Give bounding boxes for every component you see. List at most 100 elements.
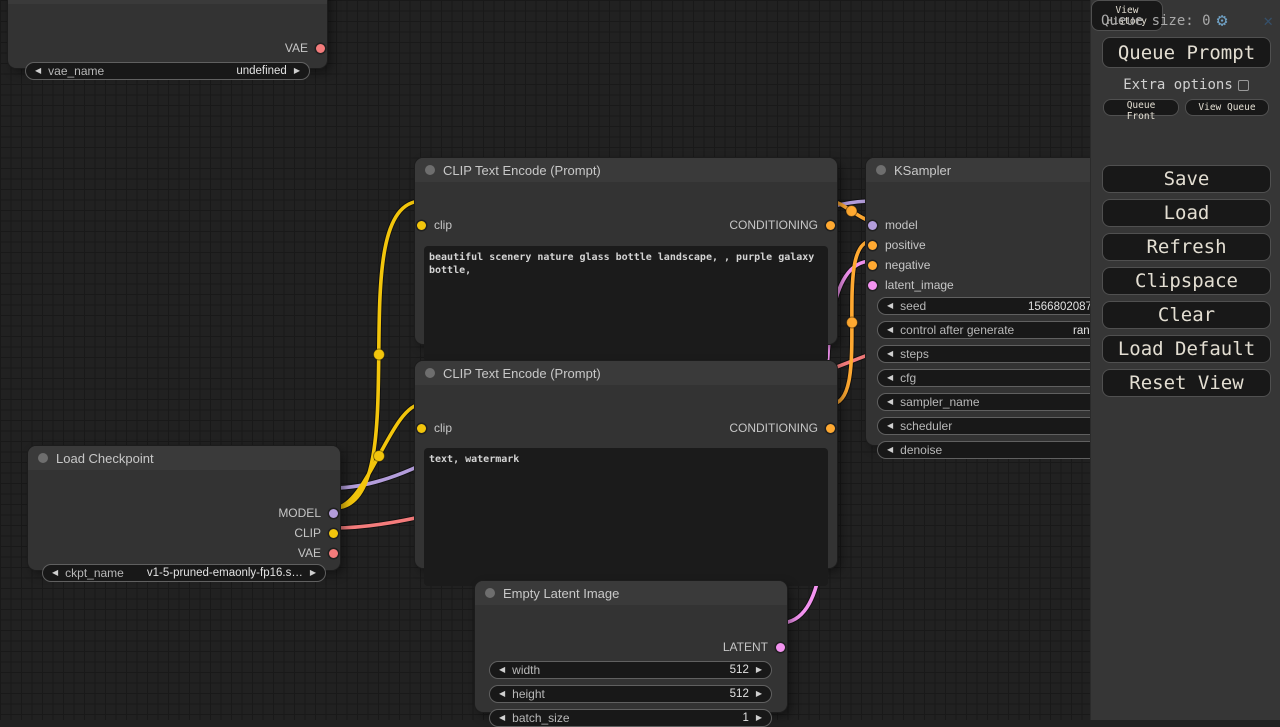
clip-input-label: clip — [434, 421, 452, 435]
decrement-arrow-icon[interactable]: ◀ — [887, 297, 893, 315]
model-input-label: model — [885, 218, 918, 232]
queue-prompt-button[interactable]: Queue Prompt — [1102, 37, 1271, 68]
node-title: Empty Latent Image — [503, 586, 619, 601]
width-widget[interactable]: ◀ width 512 ▶ — [489, 661, 772, 679]
link-midpoint-dot[interactable] — [846, 206, 857, 217]
node-titlebar: CLIP Text Encode (Prompt) — [415, 361, 837, 385]
widget-label: height — [512, 687, 545, 701]
node-clip-text-encode-positive[interactable]: CLIP Text Encode (Prompt) clip CONDITION… — [415, 158, 837, 344]
view-queue-button[interactable]: View Queue — [1185, 99, 1269, 116]
positive-prompt-textarea[interactable]: beautiful scenery nature glass bottle la… — [424, 246, 828, 362]
increment-arrow-icon[interactable]: ▶ — [756, 661, 762, 679]
height-widget[interactable]: ◀ height 512 ▶ — [489, 685, 772, 703]
close-icon[interactable]: ✕ — [1263, 11, 1273, 30]
widget-label: steps — [900, 347, 929, 361]
latent-output-port[interactable] — [776, 643, 785, 652]
extra-options-label: Extra options — [1123, 77, 1233, 93]
collapse-dot-icon[interactable] — [485, 588, 495, 598]
vae-output-port[interactable] — [316, 44, 325, 53]
decrement-arrow-icon[interactable]: ◀ — [35, 62, 41, 80]
extra-options-checkbox[interactable] — [1238, 80, 1249, 91]
refresh-button[interactable]: Refresh — [1102, 233, 1271, 261]
widget-label: vae_name — [48, 64, 104, 78]
conditioning-output-port[interactable] — [826, 221, 835, 230]
positive-input-label: positive — [885, 238, 926, 252]
conditioning-output-port[interactable] — [826, 424, 835, 433]
conditioning-output-label: CONDITIONING — [729, 218, 818, 232]
node-load-vae[interactable]: VAE ◀ vae_name undefined ▶ — [8, 0, 327, 68]
decrement-arrow-icon[interactable]: ◀ — [887, 441, 893, 459]
vae-output-port[interactable] — [329, 549, 338, 558]
vae-output-label: VAE — [285, 41, 308, 55]
widget-value: 1 — [742, 712, 748, 724]
link-midpoint-dot[interactable] — [374, 349, 385, 360]
model-input-port[interactable] — [868, 221, 877, 230]
widget-value: 1566802087 — [1028, 299, 1092, 315]
clipspace-button[interactable]: Clipspace — [1102, 267, 1271, 295]
link-midpoint-dot[interactable] — [374, 451, 385, 462]
link-midpoint-dot[interactable] — [847, 317, 858, 328]
widget-label: batch_size — [512, 711, 569, 725]
increment-arrow-icon[interactable]: ▶ — [756, 709, 762, 727]
clear-button[interactable]: Clear — [1102, 301, 1271, 329]
node-title: Load Checkpoint — [56, 451, 154, 466]
negative-input-port[interactable] — [868, 261, 877, 270]
node-load-checkpoint[interactable]: Load Checkpoint MODEL CLIP VAE ◀ ckpt_na… — [28, 446, 340, 570]
queue-size-label: Queue size: 0 — [1101, 13, 1211, 29]
decrement-arrow-icon[interactable]: ◀ — [52, 564, 58, 582]
decrement-arrow-icon[interactable]: ◀ — [887, 369, 893, 387]
batch-size-widget[interactable]: ◀ batch_size 1 ▶ — [489, 709, 772, 727]
widget-value: 512 — [730, 688, 749, 700]
clip-output-port[interactable] — [329, 529, 338, 538]
decrement-arrow-icon[interactable]: ◀ — [887, 321, 893, 339]
model-output-label: MODEL — [278, 506, 321, 520]
node-empty-latent-image[interactable]: Empty Latent Image LATENT ◀ width 512 ▶ … — [475, 581, 787, 712]
increment-arrow-icon[interactable]: ▶ — [310, 564, 316, 582]
node-graph-canvas[interactable]: VAE ◀ vae_name undefined ▶ CLIP Text Enc… — [0, 0, 1280, 720]
latent-image-input-port[interactable] — [868, 281, 877, 290]
queue-front-button[interactable]: Queue Front — [1103, 99, 1179, 116]
collapse-dot-icon[interactable] — [876, 165, 886, 175]
ckpt-name-widget[interactable]: ◀ ckpt_name v1-5-pruned-emaonly-fp16.s… … — [42, 564, 326, 582]
increment-arrow-icon[interactable]: ▶ — [756, 685, 762, 703]
load-button[interactable]: Load — [1102, 199, 1271, 227]
negative-input-label: negative — [885, 258, 930, 272]
node-title: CLIP Text Encode (Prompt) — [443, 163, 601, 178]
collapse-dot-icon[interactable] — [425, 368, 435, 378]
node-title: KSampler — [894, 163, 951, 178]
decrement-arrow-icon[interactable]: ◀ — [887, 393, 893, 411]
collapse-dot-icon[interactable] — [425, 165, 435, 175]
decrement-arrow-icon[interactable]: ◀ — [499, 661, 505, 679]
positive-input-port[interactable] — [868, 241, 877, 250]
increment-arrow-icon[interactable]: ▶ — [294, 62, 300, 80]
settings-gear-icon[interactable]: ⚙ — [1217, 12, 1228, 30]
clip-output-label: CLIP — [294, 526, 321, 540]
widget-label: ckpt_name — [65, 566, 124, 580]
vae-name-widget[interactable]: ◀ vae_name undefined ▶ — [25, 62, 310, 80]
clip-input-port[interactable] — [417, 424, 426, 433]
reset-view-button[interactable]: Reset View — [1102, 369, 1271, 397]
vae-output-label: VAE — [298, 546, 321, 560]
negative-prompt-textarea[interactable]: text, watermark — [424, 448, 828, 586]
node-clip-text-encode-negative[interactable]: CLIP Text Encode (Prompt) clip CONDITION… — [415, 361, 837, 568]
widget-label: scheduler — [900, 419, 952, 433]
widget-label: denoise — [900, 443, 942, 457]
clip-input-port[interactable] — [417, 221, 426, 230]
widget-label: control after generate — [900, 323, 1014, 337]
node-titlebar: CLIP Text Encode (Prompt) — [415, 158, 837, 182]
collapse-dot-icon[interactable] — [38, 453, 48, 463]
decrement-arrow-icon[interactable]: ◀ — [499, 709, 505, 727]
latent-image-input-label: latent_image — [885, 278, 954, 292]
widget-value: undefined — [236, 65, 287, 77]
conditioning-output-label: CONDITIONING — [729, 421, 818, 435]
widget-label: seed — [900, 299, 926, 313]
widget-label: cfg — [900, 371, 916, 385]
node-title: CLIP Text Encode (Prompt) — [443, 366, 601, 381]
save-button[interactable]: Save — [1102, 165, 1271, 193]
model-output-port[interactable] — [329, 509, 338, 518]
decrement-arrow-icon[interactable]: ◀ — [499, 685, 505, 703]
decrement-arrow-icon[interactable]: ◀ — [887, 417, 893, 435]
decrement-arrow-icon[interactable]: ◀ — [887, 345, 893, 363]
widget-label: sampler_name — [900, 395, 979, 409]
load-default-button[interactable]: Load Default — [1102, 335, 1271, 363]
